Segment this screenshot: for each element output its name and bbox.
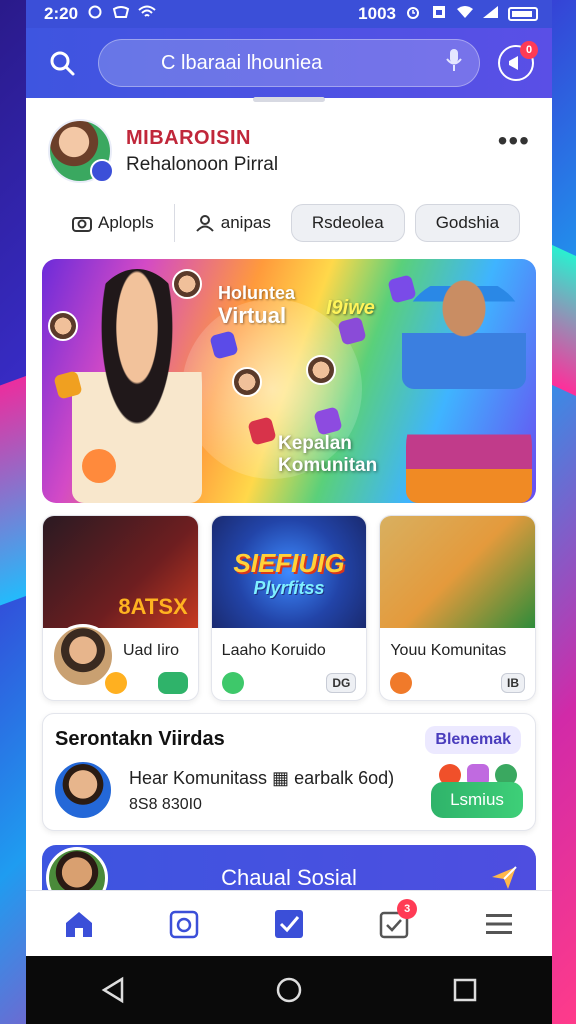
sim-icon — [430, 4, 448, 24]
hero-boy-image — [402, 277, 526, 389]
card-image-subtext: Plyrfitss — [253, 578, 325, 598]
top-app-bar: C lbaraai lhouniea 0 — [26, 28, 552, 98]
hero-title-line1: Holuntea — [218, 283, 296, 303]
card-title: Uad Iiro — [123, 642, 180, 659]
phone-screen: 2:20 1003 C lbaraai lhouniea 0 MIBAROISI… — [26, 0, 552, 1024]
hero-title-line2: Virtual — [218, 303, 287, 328]
chip-label: anipas — [220, 213, 271, 232]
profile-name: MIBAROISIN — [126, 126, 251, 149]
card-image-text: 8ATSX — [118, 594, 188, 619]
card-pill[interactable]: DG — [326, 673, 357, 693]
profile-avatar[interactable] — [48, 119, 114, 183]
card-title: Youu Komunitas — [390, 642, 507, 659]
community-cards: 8ATSX Uad Iiro SIEFIUIG Plyrfitss Laaho … — [26, 503, 552, 701]
hero-tag: I9iwe — [326, 297, 375, 319]
back-icon[interactable] — [100, 976, 126, 1004]
bottom-navigation: 3 — [26, 890, 552, 956]
card-pill[interactable]: IB — [501, 673, 526, 693]
chat-button-label: Chaual Sosial — [221, 865, 357, 890]
chip-people[interactable]: anipas — [185, 204, 281, 242]
circle-icon — [86, 4, 104, 24]
search-icon — [50, 51, 75, 76]
hero-group-image — [406, 389, 532, 503]
community-card[interactable]: 8ATSX Uad Iiro — [42, 515, 199, 701]
feed-avatar[interactable] — [53, 760, 113, 820]
floating-avatar — [48, 311, 78, 341]
feed-text: Hear Komunitass ▦ earbalk 6od) — [129, 768, 395, 788]
chip-label: Aplopls — [98, 213, 154, 232]
home-icon — [65, 911, 92, 937]
feed-action-button[interactable]: Lsmius — [431, 782, 523, 818]
floating-icon — [387, 274, 417, 304]
community-card[interactable]: Youu Komunitas IB — [379, 515, 537, 701]
card-image — [380, 516, 536, 628]
nav-messages[interactable]: 3 — [369, 898, 419, 949]
profile-header: MIBAROISIN Rehalonoon Pirral ••• — [26, 103, 552, 191]
nav-explore[interactable] — [159, 899, 209, 949]
more-options-icon[interactable]: ••• — [498, 125, 530, 157]
comment-icon[interactable] — [157, 672, 188, 694]
filter-chips: Aplopls anipas Rsdeolea Godshia — [26, 191, 552, 247]
flag-icon — [82, 449, 116, 483]
feed-tag[interactable]: Blenemak — [425, 726, 521, 754]
feed-post[interactable]: Serontakn Viirdas Blenemak Hear Komunita… — [42, 713, 536, 831]
chip-filter-4[interactable]: Godshia — [414, 204, 521, 242]
search-input[interactable]: C lbaraai lhouniea — [98, 39, 480, 87]
floating-icon — [337, 316, 367, 346]
emoji-icon — [105, 672, 127, 694]
floating-avatar — [306, 355, 336, 385]
search-placeholder: C lbaraai lhouniea — [161, 51, 323, 74]
floating-avatar — [232, 367, 262, 397]
check-square-icon — [274, 909, 303, 938]
nav-tasks[interactable] — [264, 899, 314, 949]
nav-menu[interactable] — [474, 899, 524, 949]
status-bar: 2:20 1003 — [26, 0, 552, 28]
status-battery-text: 1003 — [358, 4, 396, 23]
compass-icon — [169, 910, 199, 938]
background-stripe-right — [550, 243, 576, 397]
camera-icon — [72, 217, 92, 232]
heart-icon[interactable] — [390, 672, 413, 694]
hero-caption: Kepalan Komunitan — [278, 433, 377, 477]
hero-banner[interactable]: Holuntea Virtual I9iwe Kepalan Komunitan — [42, 259, 536, 503]
drag-handle[interactable] — [253, 97, 325, 102]
floating-avatar — [172, 269, 202, 299]
home-circle-icon[interactable] — [275, 976, 303, 1004]
chip-divider — [173, 204, 175, 242]
send-icon — [492, 866, 517, 889]
search-button[interactable] — [42, 43, 82, 83]
profile-subtitle: Rehalonoon Pirral — [126, 153, 279, 175]
feed-meta: 8S8 830I0 — [129, 796, 202, 813]
status-icon — [221, 672, 244, 694]
game-icon — [112, 4, 130, 24]
microphone-icon[interactable] — [445, 48, 463, 78]
messages-badge: 3 — [397, 898, 418, 919]
community-card[interactable]: SIEFIUIG Plyrfitss Laaho Koruido DG — [210, 515, 368, 701]
menu-icon — [486, 913, 513, 934]
battery-icon — [508, 7, 538, 21]
card-image: 8ATSX — [43, 516, 198, 628]
signal-bars-icon — [482, 4, 500, 24]
card-image: SIEFIUIG Plyrfitss — [211, 516, 367, 628]
verified-icon — [90, 159, 114, 183]
chip-filter-3[interactable]: Rsdeolea — [290, 204, 405, 242]
notifications-button[interactable]: 0 — [496, 41, 538, 83]
main-content: MIBAROISIN Rehalonoon Pirral ••• Aplopls — [26, 97, 552, 911]
recents-icon[interactable] — [452, 977, 478, 1003]
chip-apps[interactable]: Aplopls — [62, 204, 164, 242]
card-image-text: SIEFIUIG — [233, 548, 345, 578]
status-time: 2:20 — [44, 4, 79, 23]
signal-wifi-icon — [456, 4, 474, 24]
person-icon — [196, 215, 214, 232]
hero-caption-line1: Kepalan — [278, 433, 352, 454]
wifi-icon — [138, 4, 156, 24]
system-navigation-bar — [26, 956, 552, 1024]
card-title: Laaho Koruido — [221, 642, 326, 659]
nav-home[interactable] — [54, 899, 104, 949]
hero-caption-line2: Komunitan — [278, 455, 378, 476]
notification-badge: 0 — [520, 41, 538, 59]
alarm-icon — [404, 4, 422, 24]
